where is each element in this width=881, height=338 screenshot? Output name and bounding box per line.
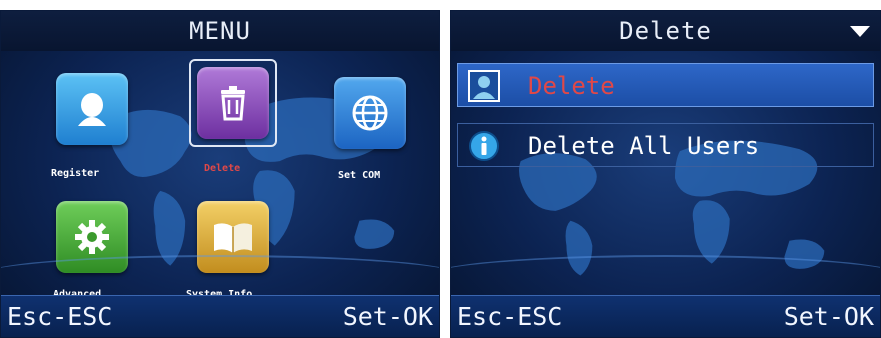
book-icon <box>214 223 252 253</box>
ok-softkey[interactable]: Set-OK <box>784 296 874 337</box>
globe-icon <box>352 95 388 131</box>
esc-softkey[interactable]: Esc-ESC <box>7 296 112 337</box>
menu-title: MENU <box>1 11 439 51</box>
delete-label: Delete <box>204 163 241 174</box>
list-item-delete-all-users[interactable]: Delete All Users <box>457 123 874 167</box>
delete-button[interactable] <box>197 67 269 139</box>
set-com-button[interactable] <box>334 77 406 149</box>
user-photo-icon <box>468 70 500 102</box>
user-icon <box>78 93 106 126</box>
set-com-label: Set COM <box>338 170 381 181</box>
info-icon <box>469 131 499 161</box>
register-button[interactable] <box>56 73 128 145</box>
decorative-swoosh <box>1 255 439 295</box>
delete-title: Delete <box>451 11 880 51</box>
list-item-delete-label: Delete <box>528 72 615 100</box>
menu-screen: MENU Register Delete Set COM Esc-ESC Set… <box>0 10 440 338</box>
delete-screen: Delete Delete Delete All Users Esc-ESC S <box>450 10 881 338</box>
register-label: Register <box>51 168 100 179</box>
triangle-down-icon[interactable] <box>850 26 870 37</box>
list-item-delete-all-users-label: Delete All Users <box>528 132 760 160</box>
gear-icon <box>75 220 109 254</box>
esc-softkey[interactable]: Esc-ESC <box>457 296 562 337</box>
ok-softkey[interactable]: Set-OK <box>343 296 433 337</box>
decorative-swoosh <box>451 255 880 295</box>
delete-title-text: Delete <box>619 17 712 45</box>
delete-softkey-bar: Esc-ESC Set-OK <box>451 295 880 337</box>
list-item-delete[interactable]: Delete <box>457 63 874 107</box>
menu-softkey-bar: Esc-ESC Set-OK <box>1 295 439 337</box>
trash-icon <box>221 86 245 121</box>
